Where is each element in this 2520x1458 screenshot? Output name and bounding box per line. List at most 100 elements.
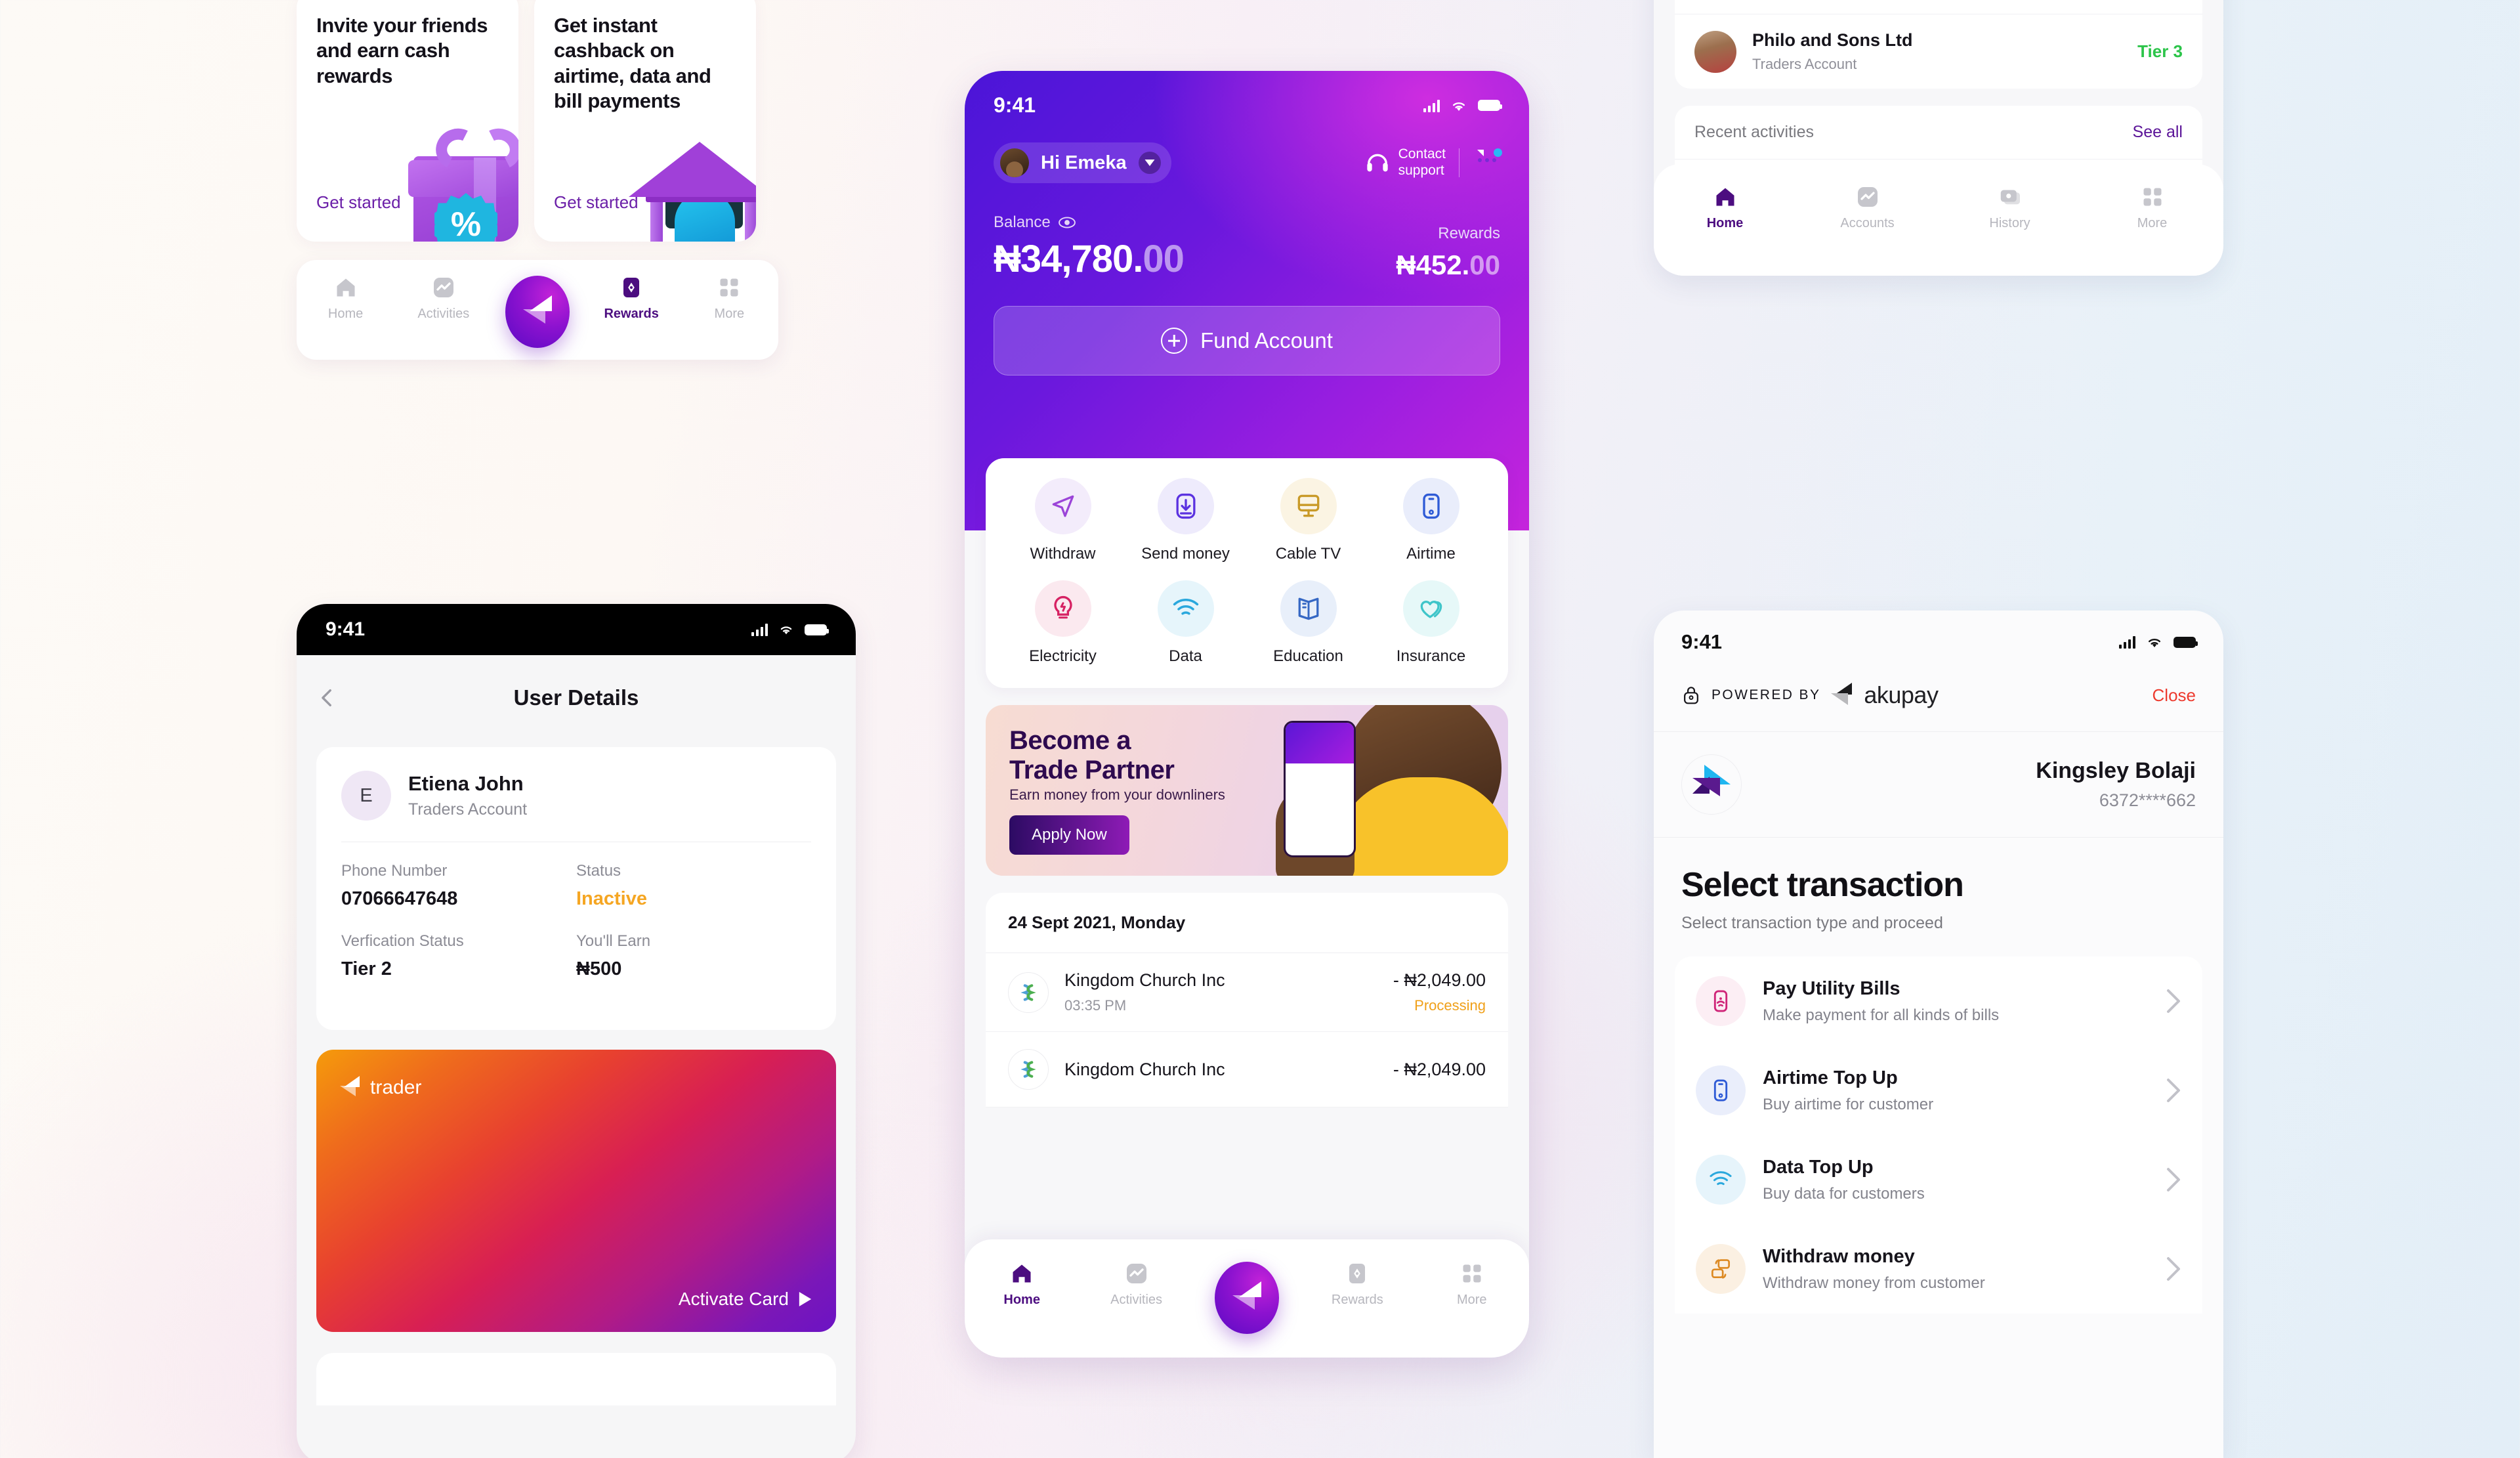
signal-icon	[751, 623, 768, 636]
book-icon	[1280, 580, 1337, 637]
tab-label: Activities	[1110, 1293, 1163, 1307]
tab-history[interactable]: History	[1974, 185, 2046, 231]
service-education[interactable]: Education	[1247, 580, 1370, 666]
phone-frame: Emeka Musa Customer Account Tier 1 Philo…	[1654, 0, 2223, 276]
fund-account-button[interactable]: Fund Account	[994, 306, 1500, 375]
activate-card-button[interactable]: Activate Card	[679, 1289, 812, 1310]
tab-label: Rewards	[1331, 1293, 1383, 1307]
service-data[interactable]: Data	[1124, 580, 1247, 666]
service-electricity[interactable]: Electricity	[1001, 580, 1124, 666]
tab-activities[interactable]: Activities	[408, 276, 480, 322]
option-name: Pay Utility Bills	[1763, 977, 1900, 999]
trader-card[interactable]: trader Activate Card	[316, 1050, 836, 1332]
app-logo-fab[interactable]	[505, 276, 570, 348]
bulb-icon	[1034, 580, 1091, 637]
status-bar: 9:41	[994, 93, 1502, 118]
status-bar-time: 9:41	[994, 93, 1036, 117]
promo-card-cashback[interactable]: Get instant cashback on airtime, data an…	[534, 0, 756, 242]
table-row[interactable]: Kingdom Church Inc 03:35 PM - ₦2,049.00 …	[986, 953, 1508, 1032]
tab-rewards[interactable]: Rewards	[595, 276, 667, 322]
chat-icon[interactable]	[1473, 148, 1502, 175]
heart-icon	[1402, 580, 1460, 637]
chevron-down-icon	[1138, 152, 1161, 174]
avatar	[1694, 30, 1736, 73]
tab-rewards[interactable]: Rewards	[1321, 1262, 1393, 1308]
service-label: Send money	[1141, 545, 1230, 563]
tv-icon	[1280, 478, 1337, 534]
back-arrow-icon[interactable]	[316, 687, 339, 709]
wifi-icon	[2148, 638, 2161, 647]
field-status: Status Inactive	[576, 862, 811, 910]
services-card: Withdraw Send money Cable TV Airtime Ele…	[986, 458, 1508, 688]
plus-icon	[1161, 328, 1188, 354]
user-details-panel: 9:41 User Details E Etiena John Traders …	[297, 604, 887, 1458]
option-withdraw-money[interactable]: Withdraw money Withdraw money from custo…	[1675, 1224, 2202, 1314]
list-item[interactable]: Philo and Sons Ltd Traders Account Tier …	[1675, 14, 2202, 89]
service-cable-tv[interactable]: Cable TV	[1247, 478, 1370, 563]
option-pay-utility-bills[interactable]: Pay Utility Bills Make payment for all k…	[1675, 956, 2202, 1046]
trade-partner-banner[interactable]: Become a Trade Partner Earn money from y…	[986, 705, 1508, 876]
service-label: Withdraw	[1030, 545, 1096, 563]
tab-home[interactable]: Home	[310, 276, 382, 322]
service-send-money[interactable]: Send money	[1124, 478, 1247, 563]
service-airtime[interactable]: Airtime	[1370, 478, 1492, 563]
chevron-right-icon	[2167, 1168, 2180, 1191]
option-description: Buy data for customers	[1763, 1184, 1925, 1203]
balance-block: Balance ₦34,780.00	[994, 213, 1185, 281]
tab-more[interactable]: More	[693, 276, 765, 322]
apply-now-button[interactable]: Apply Now	[1009, 815, 1129, 855]
app-logo-fab[interactable]	[1214, 1262, 1279, 1334]
status-badge: Inactive	[576, 888, 647, 909]
list-item[interactable]: Emeka Musa Customer Account Tier 1	[1675, 0, 2202, 14]
status-bar-time: 9:41	[326, 618, 366, 640]
table-row[interactable]: Kingdom Church Inc - ₦2,049.00	[986, 1032, 1508, 1107]
merchant-logo-icon	[1008, 972, 1049, 1013]
see-all-link[interactable]: See all	[2133, 123, 2183, 142]
signal-icon	[1423, 99, 1440, 112]
field-label: Status	[576, 862, 621, 880]
avatar: E	[341, 771, 391, 821]
contact-support-button[interactable]: Contact support	[1364, 146, 1446, 179]
signal-icon	[2119, 635, 2135, 649]
service-insurance[interactable]: Insurance	[1370, 580, 1492, 666]
service-label: Airtime	[1406, 545, 1456, 563]
tab-more[interactable]: More	[1436, 1262, 1508, 1308]
transaction-amount: - ₦2,049.00	[1393, 1059, 1486, 1079]
page-subtitle: Select transaction type and proceed	[1681, 914, 1943, 932]
service-withdraw[interactable]: Withdraw	[1001, 478, 1124, 563]
accounts-panel: Emeka Musa Customer Account Tier 1 Philo…	[1654, 0, 2231, 281]
service-label: Insurance	[1396, 647, 1466, 665]
rewards-icon	[623, 278, 640, 297]
close-button[interactable]: Close	[2152, 685, 2196, 706]
option-data-top-up[interactable]: Data Top Up Buy data for customers	[1675, 1135, 2202, 1224]
status-bar: 9:41	[297, 604, 856, 655]
tab-label: Home	[1706, 216, 1744, 230]
cash-icon	[1696, 1244, 1746, 1294]
eye-icon[interactable]	[1058, 216, 1076, 229]
tab-accounts[interactable]: Accounts	[1832, 185, 1904, 231]
history-icon	[2000, 190, 2020, 205]
tab-more[interactable]: More	[2116, 185, 2189, 231]
battery-icon	[805, 624, 829, 635]
rewards-amount: ₦452.00	[1396, 249, 1500, 280]
akupay-brand-bar: POWERED BY akupay Close	[1654, 654, 2223, 732]
tab-home[interactable]: Home	[1689, 185, 1761, 231]
chevron-right-icon	[2167, 1257, 2180, 1281]
user-account-type: Traders Account	[408, 800, 528, 819]
akupay-logo-icon	[1831, 683, 1853, 708]
banner-title-line1: Become a	[1009, 726, 1131, 755]
option-name: Airtime Top Up	[1763, 1067, 1898, 1088]
tab-activities[interactable]: Activities	[1101, 1262, 1173, 1308]
banner-photo	[1272, 705, 1508, 876]
promo-card-invite-friends[interactable]: Invite your friends and earn cash reward…	[297, 0, 518, 242]
activity-icon	[1857, 187, 1878, 207]
grid-icon	[1463, 1264, 1481, 1283]
powered-by-label: POWERED BY	[1712, 687, 1821, 702]
rewards-icon	[1349, 1264, 1366, 1283]
tab-home[interactable]: Home	[986, 1262, 1058, 1308]
account-switcher[interactable]: Hi Emeka	[994, 142, 1171, 183]
option-airtime-top-up[interactable]: Airtime Top Up Buy airtime for customer	[1675, 1046, 2202, 1135]
page-title: Select transaction	[1681, 866, 1964, 904]
transaction-options-list: Pay Utility Bills Make payment for all k…	[1675, 956, 2202, 1314]
tab-label: More	[714, 307, 745, 321]
